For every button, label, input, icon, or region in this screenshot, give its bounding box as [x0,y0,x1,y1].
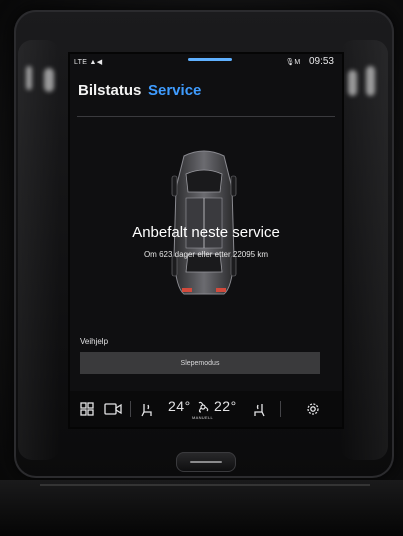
tow-mode-button[interactable]: Slepemodus [80,352,320,374]
light-reflection [26,66,32,90]
network-indicator: LTE ▲◀ [74,58,102,66]
status-right: 🎙︎M 09:53 [285,56,334,67]
microphone-icon: 🎙︎M [285,59,301,66]
infotainment-screen: LTE ▲◀ 🎙︎M 09:53 Bilstatus Service Anbef… [70,54,342,427]
bottom-climate-bar: 24° MANUELL 22° [70,391,342,427]
climate-mode-label: MANUELL [192,415,213,420]
grid-icon[interactable] [80,402,94,421]
roadside-assistance-label: Veihjelp [80,337,109,346]
tab-divider [77,116,335,117]
clock: 09:53 [308,56,334,67]
gear-icon[interactable] [306,402,320,421]
divider [280,401,281,417]
dashboard-lower-panel [0,480,403,536]
status-bar: LTE ▲◀ 🎙︎M 09:53 [70,54,342,68]
bezel-reflection-right [340,40,388,460]
signal-icon: ▲◀ [89,59,103,66]
home-button-indicator [190,461,222,463]
light-reflection [366,66,375,96]
seat-heat-icon[interactable] [140,402,154,423]
left-temperature[interactable]: 24° [168,398,191,414]
light-reflection [348,70,357,96]
bezel-reflection-left [18,40,60,460]
divider [130,401,131,417]
tab-car-status[interactable]: Bilstatus [78,82,141,99]
panel-edge-highlight [40,484,370,486]
network-label: LTE [74,59,88,66]
service-headline: Anbefalt neste service [132,224,280,241]
seat-heat-icon[interactable] [252,402,266,423]
top-drawer-handle[interactable] [188,58,232,61]
car-top-view-image [171,150,237,295]
light-reflection [44,68,54,92]
camera-icon[interactable] [104,402,122,421]
service-detail: Om 623 dager eller etter 22095 km [143,250,269,259]
tab-service[interactable]: Service [148,82,201,99]
right-temperature[interactable]: 22° [214,398,237,414]
